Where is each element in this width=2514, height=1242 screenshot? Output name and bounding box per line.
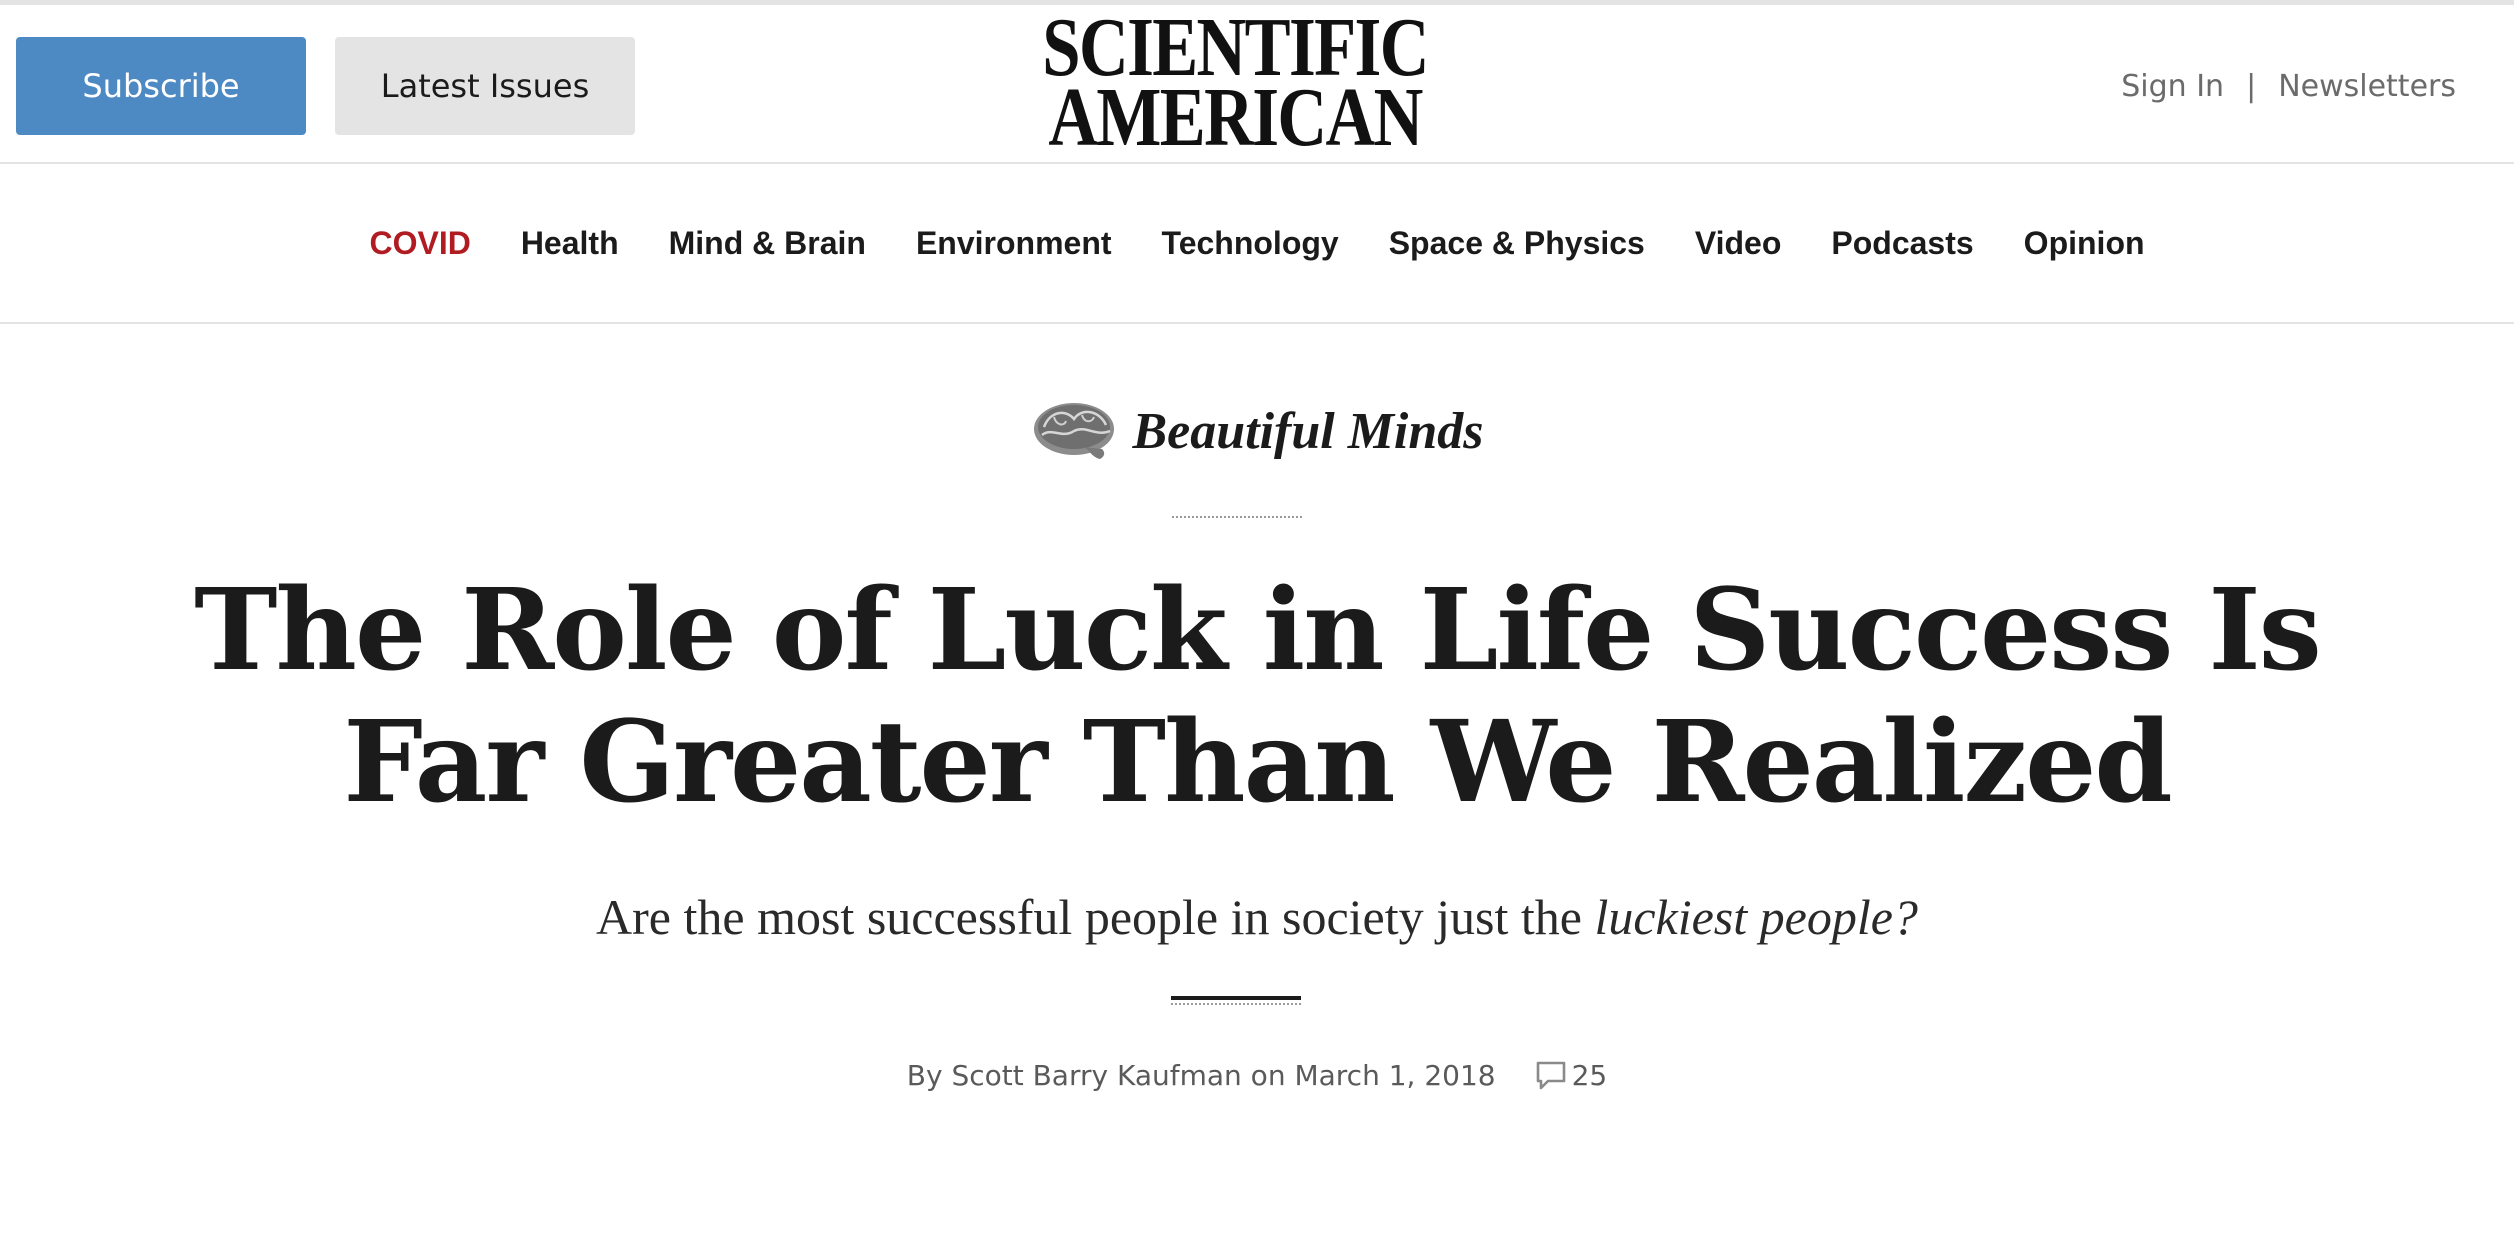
- site-header: Subscribe Latest Issues SCIENTIFIC AMERI…: [0, 5, 2514, 164]
- blog-divider: [1172, 516, 1302, 518]
- article-dek: Are the most successful people in societ…: [0, 888, 2514, 946]
- nav-item-space-physics[interactable]: Space & Physics: [1389, 225, 1645, 262]
- sign-in-link[interactable]: Sign In: [2121, 69, 2224, 104]
- comment-icon: [1536, 1061, 1565, 1090]
- nav-item-covid[interactable]: COVID: [369, 225, 470, 262]
- nav-item-opinion[interactable]: Opinion: [2024, 225, 2145, 262]
- nav-item-podcasts[interactable]: Podcasts: [1831, 225, 1973, 262]
- brain-icon: [1034, 403, 1115, 459]
- byline-text: By Scott Barry Kaufman on March 1, 2018: [907, 1059, 1496, 1092]
- logo-line-2: AMERICAN: [1048, 71, 1423, 164]
- byline-divider-dots: [1171, 1003, 1301, 1005]
- newsletters-link[interactable]: Newsletters: [2278, 69, 2456, 104]
- dek-italic-text: luckiest people?: [1594, 889, 1918, 945]
- byline-prefix: By: [906, 1058, 952, 1092]
- comments-link[interactable]: 25: [1534, 1058, 1608, 1092]
- nav-item-environment[interactable]: Environment: [916, 225, 1112, 262]
- section-nav: COVID Health Mind & Brain Environment Te…: [0, 164, 2514, 324]
- nav-item-mind-brain[interactable]: Mind & Brain: [669, 225, 866, 262]
- byline: By Scott Barry Kaufman on March 1, 2018 …: [0, 1058, 2514, 1092]
- subscribe-button[interactable]: Subscribe: [16, 37, 306, 135]
- blog-link[interactable]: Beautiful Minds: [1030, 388, 1484, 474]
- headline-line-1: The Role of Luck in Life Success Is: [194, 565, 2322, 696]
- headline-line-2: Far Greater Than We Realized: [343, 697, 2172, 828]
- date-prefix: on: [1241, 1058, 1295, 1092]
- link-separator: |: [2246, 69, 2257, 104]
- latest-issues-button[interactable]: Latest Issues: [335, 37, 635, 135]
- byline-divider: [1171, 996, 1301, 1000]
- comment-count: 25: [1571, 1058, 1608, 1092]
- publish-date: March 1, 2018: [1294, 1058, 1496, 1092]
- article-headline: The Role of Luck in Life Success Is Far …: [150, 565, 2364, 829]
- site-logo[interactable]: SCIENTIFIC AMERICAN: [1000, 6, 1470, 164]
- nav-item-health[interactable]: Health: [521, 225, 619, 262]
- nav-item-video[interactable]: Video: [1695, 225, 1782, 262]
- nav-item-technology[interactable]: Technology: [1162, 225, 1339, 262]
- author-link[interactable]: Scott Barry Kaufman: [951, 1059, 1241, 1092]
- blog-banner: Beautiful Minds: [0, 388, 2514, 474]
- account-links: Sign In | Newsletters: [2121, 69, 2456, 104]
- blog-name: Beautiful Minds: [1132, 402, 1484, 460]
- dek-text: Are the most successful people in societ…: [596, 889, 1595, 945]
